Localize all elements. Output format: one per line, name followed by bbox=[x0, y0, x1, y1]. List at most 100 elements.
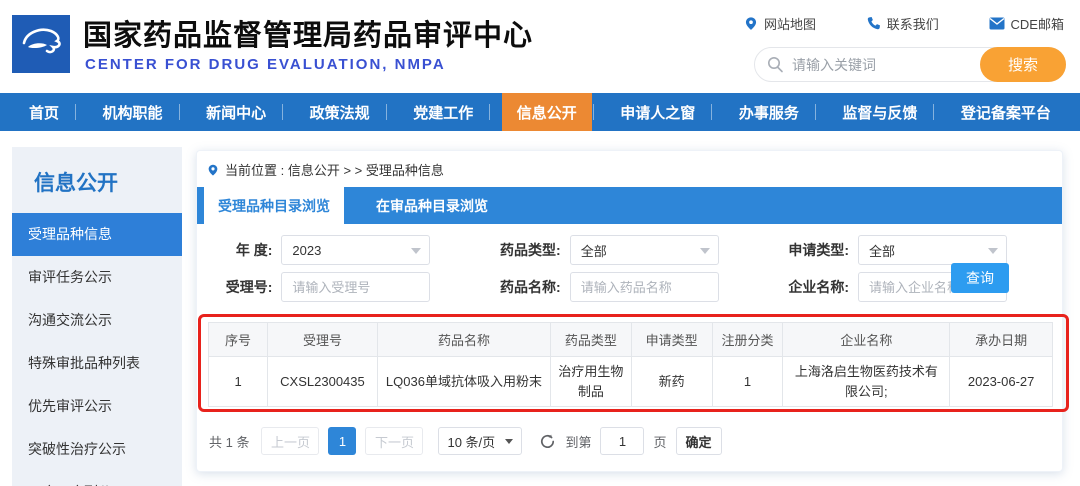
sidebar-item-special-approval[interactable]: 特殊审批品种列表 bbox=[12, 342, 182, 385]
site-title: 国家药品监督管理局药品审评中心 bbox=[83, 20, 534, 52]
mailbox-label: CDE邮箱 bbox=[1010, 17, 1064, 32]
envelope-icon bbox=[989, 17, 1005, 30]
search-input[interactable] bbox=[792, 56, 980, 73]
filter-row-1: 年 度: 2023 药品类型: 全部 申请类型: 全部 bbox=[197, 235, 1062, 265]
tab-bar: 受理品种目录浏览 在审品种目录浏览 bbox=[197, 187, 1062, 224]
drug-type-select[interactable]: 全部 bbox=[569, 235, 719, 265]
search-button[interactable]: 搜索 bbox=[980, 47, 1066, 82]
page-size-select[interactable]: 10 条/页 bbox=[438, 427, 523, 455]
breadcrumb-text: 当前位置 : 信息公开 > > 受理品种信息 bbox=[225, 163, 444, 178]
year-label: 年 度: bbox=[235, 242, 273, 258]
col-header-drug-type: 药品类型 bbox=[550, 322, 632, 357]
accept-no-field bbox=[281, 272, 431, 302]
caret-down-icon bbox=[505, 438, 514, 444]
drug-type-label: 药品类型: bbox=[500, 242, 561, 258]
sidebar-item-three-in-one[interactable]: 三合一序列公示 bbox=[12, 471, 182, 486]
phone-icon bbox=[867, 17, 880, 30]
col-header-index: 序号 bbox=[207, 322, 269, 357]
nav-item-applicant[interactable]: 申请人之窗 bbox=[605, 93, 713, 131]
filter-row-2: 受理号: 药品名称: 企业名称: bbox=[197, 272, 1062, 302]
year-select[interactable]: 2023 bbox=[281, 235, 431, 265]
map-pin-icon bbox=[745, 17, 757, 30]
sidebar-title: 信息公开 bbox=[34, 172, 118, 195]
contact-label: 联系我们 bbox=[886, 17, 939, 32]
nav-item-party[interactable]: 党建工作 bbox=[398, 93, 491, 131]
nav-item-supervision[interactable]: 监督与反馈 bbox=[827, 93, 935, 131]
refresh-icon bbox=[541, 434, 555, 448]
nav-item-functions[interactable]: 机构职能 bbox=[88, 93, 180, 131]
header-links: 网站地图 联系我们 CDE邮箱 bbox=[744, 14, 1064, 33]
main-nav: 首页 机构职能 新闻中心 政策法规 党建工作 信息公开 申请人之窗 办事服务 监… bbox=[0, 93, 1080, 131]
sitemap-link[interactable]: 网站地图 bbox=[744, 14, 816, 33]
filter-form: 年 度: 2023 药品类型: 全部 申请类型: 全部 受理号: 请输入受理号 … bbox=[197, 235, 1062, 309]
goto-label: 到第 bbox=[565, 434, 592, 450]
col-header-reg-class: 注册分类 bbox=[711, 322, 784, 357]
apply-type-label: 申请类型: bbox=[788, 242, 850, 258]
caret-down-icon bbox=[699, 248, 710, 254]
drug-name-label: 药品名称: bbox=[500, 279, 561, 295]
sidebar-item-breakthrough-therapy[interactable]: 突破性治疗公示 bbox=[12, 428, 182, 471]
page-size-value: 10 条/页 bbox=[447, 434, 496, 450]
col-header-accept-no: 受理号 bbox=[267, 322, 378, 357]
mailbox-link[interactable]: CDE邮箱 bbox=[989, 14, 1064, 33]
sitemap-label: 网站地图 bbox=[764, 17, 817, 32]
apply-type-select-value: 全部 bbox=[869, 243, 896, 259]
tab-accepted-catalog[interactable]: 受理品种目录浏览 bbox=[204, 187, 344, 224]
cell-drug-type: 治疗用生物制品 bbox=[550, 356, 632, 407]
cell-company: 上海洛启生物医药技术有限公司; bbox=[782, 356, 951, 407]
nav-item-policy[interactable]: 政策法规 bbox=[295, 93, 387, 131]
year-select-value: 2023 bbox=[292, 242, 322, 258]
results-table: 序号 受理号 药品名称 药品类型 申请类型 注册分类 企业名称 承办日期 1 C… bbox=[207, 322, 1053, 407]
cell-reg-class: 1 bbox=[711, 356, 784, 407]
caret-down-icon bbox=[411, 248, 422, 254]
drug-type-select-value: 全部 bbox=[580, 243, 607, 259]
tab-under-review-catalog[interactable]: 在审品种目录浏览 bbox=[344, 187, 520, 224]
cell-drug-name: LQ036单域抗体吸入用粉末 bbox=[376, 356, 552, 407]
site-header: 国家药品监督管理局药品审评中心 CENTER FOR DRUG EVALUATI… bbox=[0, 0, 1080, 93]
company-name-label: 企业名称: bbox=[788, 279, 850, 295]
search-icon bbox=[768, 57, 783, 73]
cell-date: 2023-06-27 bbox=[949, 356, 1053, 407]
confirm-button[interactable]: 确定 bbox=[675, 427, 722, 455]
accept-no-input[interactable] bbox=[292, 279, 420, 295]
cell-index: 1 bbox=[207, 356, 269, 407]
nav-item-home[interactable]: 首页 bbox=[14, 93, 77, 131]
col-header-drug-name: 药品名称 bbox=[376, 322, 552, 357]
refresh-button[interactable] bbox=[539, 433, 556, 450]
nav-item-services[interactable]: 办事服务 bbox=[724, 93, 816, 131]
col-header-company: 企业名称 bbox=[782, 322, 951, 357]
nav-item-news[interactable]: 新闻中心 bbox=[191, 93, 284, 131]
col-header-date: 承办日期 bbox=[949, 322, 1053, 357]
sidebar-item-communication[interactable]: 沟通交流公示 bbox=[12, 299, 182, 342]
cell-apply-type: 新药 bbox=[630, 356, 713, 407]
sidebar-item-review-tasks[interactable]: 审评任务公示 bbox=[12, 256, 182, 299]
total-count: 共 1 条 bbox=[209, 434, 250, 450]
sidebar: 信息公开 受理品种信息 审评任务公示 沟通交流公示 特殊审批品种列表 优先审评公… bbox=[12, 147, 182, 486]
swan-logo-icon bbox=[22, 28, 61, 54]
drug-name-input[interactable] bbox=[580, 279, 708, 295]
page-number-button[interactable]: 1 bbox=[328, 427, 357, 455]
nav-item-info-disclosure[interactable]: 信息公开 bbox=[501, 93, 594, 131]
goto-unit: 页 bbox=[653, 434, 667, 450]
content-panel: 当前位置 : 信息公开 > > 受理品种信息 受理品种目录浏览 在审品种目录浏览… bbox=[196, 150, 1063, 472]
query-button[interactable]: 查询 bbox=[951, 263, 1009, 293]
table-row: 1 CXSL2300435 LQ036单域抗体吸入用粉末 治疗用生物制品 新药 … bbox=[207, 356, 1053, 407]
goto-page-input[interactable] bbox=[600, 427, 645, 455]
cell-accept-no: CXSL2300435 bbox=[267, 356, 378, 407]
prev-page-button[interactable]: 上一页 bbox=[261, 427, 320, 455]
site-search-bar: 搜索 bbox=[754, 47, 1066, 82]
col-header-apply-type: 申请类型 bbox=[630, 322, 713, 357]
sidebar-item-priority-review[interactable]: 优先审评公示 bbox=[12, 385, 182, 428]
contact-link[interactable]: 联系我们 bbox=[866, 14, 939, 33]
next-page-button[interactable]: 下一页 bbox=[365, 427, 424, 455]
drug-name-field bbox=[569, 272, 719, 302]
page: 国家药品监督管理局药品审评中心 CENTER FOR DRUG EVALUATI… bbox=[0, 0, 1080, 486]
apply-type-select[interactable]: 全部 bbox=[858, 235, 1007, 265]
table-header-row: 序号 受理号 药品名称 药品类型 申请类型 注册分类 企业名称 承办日期 bbox=[207, 322, 1053, 357]
nav-item-registration[interactable]: 登记备案平台 bbox=[946, 93, 1066, 131]
sidebar-item-accepted-varieties[interactable]: 受理品种信息 bbox=[12, 213, 182, 256]
accept-no-label: 受理号: bbox=[225, 279, 273, 295]
site-subtitle: CENTER FOR DRUG EVALUATION, NMPA bbox=[85, 56, 446, 73]
caret-down-icon bbox=[987, 248, 998, 254]
location-pin-icon bbox=[208, 164, 218, 175]
